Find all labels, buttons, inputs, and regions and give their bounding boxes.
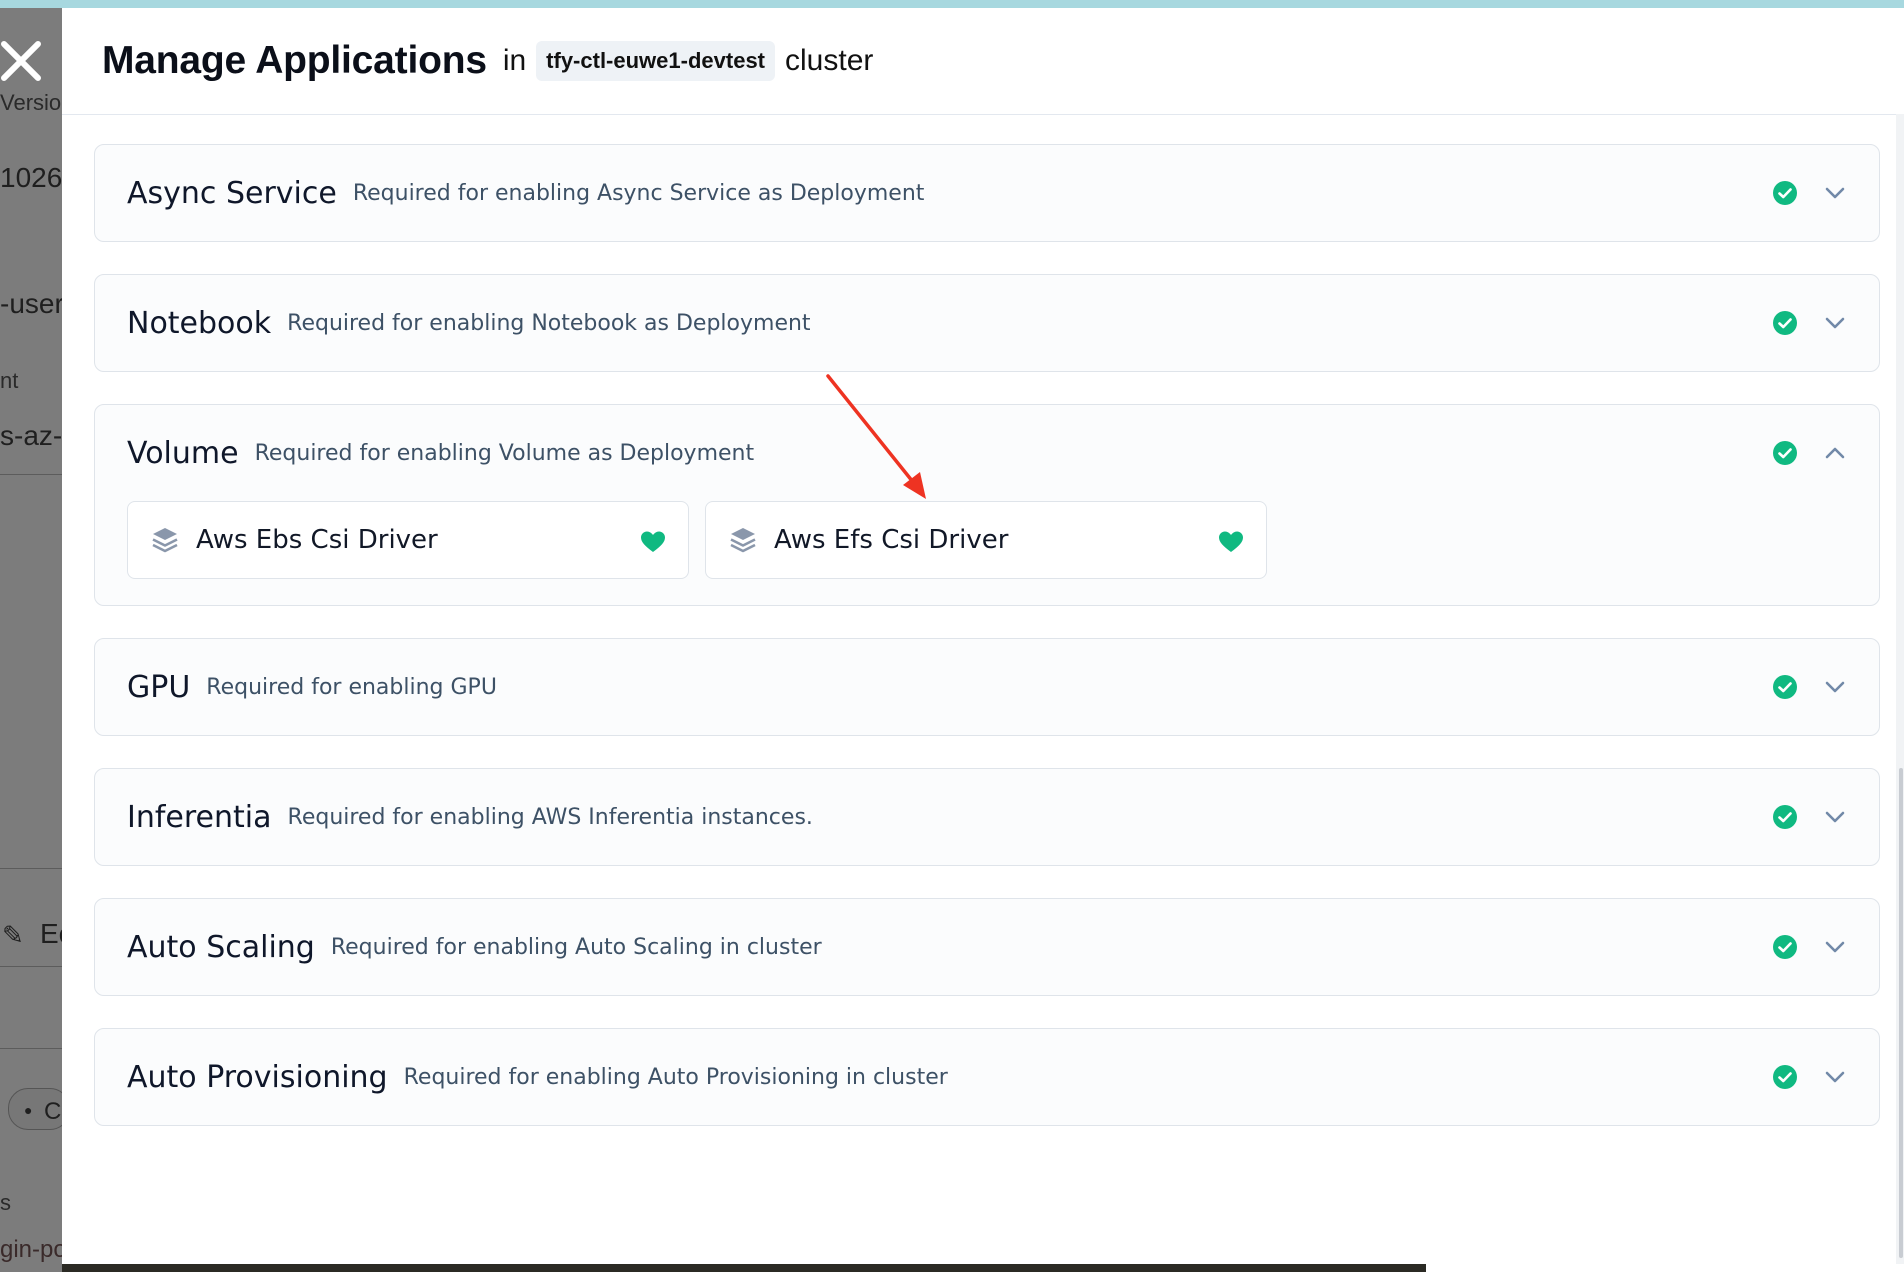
app-card-header[interactable]: Volume Required for enabling Volume as D… (95, 405, 1879, 501)
app-title: GPU (127, 669, 191, 705)
title-cluster-word: cluster (785, 44, 874, 77)
app-card-auto-scaling: Auto Scaling Required for enabling Auto … (94, 898, 1880, 996)
app-card-header[interactable]: Notebook Required for enabling Notebook … (95, 275, 1879, 371)
check-circle-icon (1773, 441, 1797, 465)
app-title: Auto Provisioning (127, 1059, 388, 1095)
app-description: Required for enabling GPU (206, 674, 497, 700)
page-title: Manage Applications (102, 39, 487, 82)
heart-icon (641, 531, 665, 552)
check-circle-icon (1773, 935, 1797, 959)
bg-text-nt: nt (0, 368, 19, 393)
app-description: Required for enabling Volume as Deployme… (254, 440, 755, 466)
chevron-down-icon[interactable] (1821, 179, 1849, 207)
app-title: Async Service (127, 175, 337, 211)
app-card-header[interactable]: Auto Scaling Required for enabling Auto … (95, 899, 1879, 995)
app-card-gpu: GPU Required for enabling GPU (94, 638, 1880, 736)
bg-text-user: -user (0, 288, 62, 319)
bg-text-edit: Ec (40, 918, 62, 949)
check-circle-icon (1773, 311, 1797, 335)
check-circle-icon (1773, 181, 1797, 205)
panel-header: Manage Applications in tfy-ctl-euwe1-dev… (62, 8, 1904, 115)
check-circle-icon (1773, 1065, 1797, 1089)
chevron-down-icon[interactable] (1821, 1063, 1849, 1091)
app-title: Volume (127, 435, 239, 471)
app-title: Auto Scaling (127, 929, 315, 965)
bg-divider (0, 966, 62, 967)
background-bottom-strip-right (1426, 1264, 1904, 1272)
heart-icon (1219, 531, 1243, 552)
app-card-header[interactable]: Auto Provisioning Required for enabling … (95, 1029, 1879, 1125)
bg-divider (0, 474, 62, 475)
app-card-inferentia: Inferentia Required for enabling AWS Inf… (94, 768, 1880, 866)
bg-text-version: Versio (0, 90, 62, 115)
bg-divider (0, 1048, 62, 1049)
component-name: Aws Efs Csi Driver (774, 525, 1009, 555)
app-card-header[interactable]: GPU Required for enabling GPU (95, 639, 1879, 735)
layers-icon (730, 528, 756, 553)
check-circle-icon (1773, 675, 1797, 699)
title-in-word: in (502, 44, 527, 77)
manage-applications-panel: Manage Applications in tfy-ctl-euwe1-dev… (62, 8, 1904, 1264)
app-card-volume: Volume Required for enabling Volume as D… (94, 404, 1880, 606)
component-card-aws-efs-csi-driver[interactable]: Aws Efs Csi Driver (705, 501, 1267, 579)
app-card-async-service: Async Service Required for enabling Asyn… (94, 144, 1880, 242)
app-card-notebook: Notebook Required for enabling Notebook … (94, 274, 1880, 372)
check-circle-icon (1773, 805, 1797, 829)
app-description: Required for enabling Auto Provisioning … (403, 1064, 948, 1090)
chevron-down-icon[interactable] (1821, 673, 1849, 701)
chevron-down-icon[interactable] (1821, 803, 1849, 831)
close-button[interactable] (0, 36, 44, 84)
app-description: Required for enabling Async Service as D… (352, 180, 925, 206)
background-page-sliver: Versio 10260 -user nt s-az- ✎ Ec ● C s g… (0, 8, 62, 1272)
component-name: Aws Ebs Csi Driver (196, 525, 438, 555)
app-description: Required for enabling Notebook as Deploy… (287, 310, 811, 336)
app-description: Required for enabling AWS Inferentia ins… (287, 804, 813, 830)
chevron-down-icon[interactable] (1821, 309, 1849, 337)
close-icon (1, 41, 41, 81)
app-card-header[interactable]: Inferentia Required for enabling AWS Inf… (95, 769, 1879, 865)
bg-text-az: s-az- (0, 420, 62, 451)
bg-edit-icon: ✎ (2, 920, 24, 950)
bg-text-s: s (0, 1190, 11, 1215)
layers-icon (152, 528, 178, 553)
component-card-aws-ebs-csi-driver[interactable]: Aws Ebs Csi Driver (127, 501, 689, 579)
component-list: Aws Ebs Csi Driver Aws Efs Csi Driver (95, 501, 1879, 579)
app-card-auto-provisioning: Auto Provisioning Required for enabling … (94, 1028, 1880, 1126)
app-title: Notebook (127, 305, 272, 341)
chevron-down-icon[interactable] (1821, 933, 1849, 961)
app-description: Required for enabling Auto Scaling in cl… (330, 934, 822, 960)
scrollbar-thumb[interactable] (1899, 768, 1903, 1258)
bg-text-pill: C (44, 1098, 62, 1125)
chevron-up-icon[interactable] (1821, 439, 1849, 467)
bg-text-plugin: gin-po (0, 1236, 62, 1263)
app-card-header[interactable]: Async Service Required for enabling Asyn… (95, 145, 1879, 241)
browser-top-strip (0, 0, 1904, 8)
bg-dot-icon: ● (24, 1102, 33, 1118)
bg-divider (0, 868, 62, 869)
cluster-name-chip: tfy-ctl-euwe1-devtest (536, 41, 776, 81)
app-title: Inferentia (127, 799, 272, 835)
bg-text-id: 10260 (0, 162, 62, 193)
